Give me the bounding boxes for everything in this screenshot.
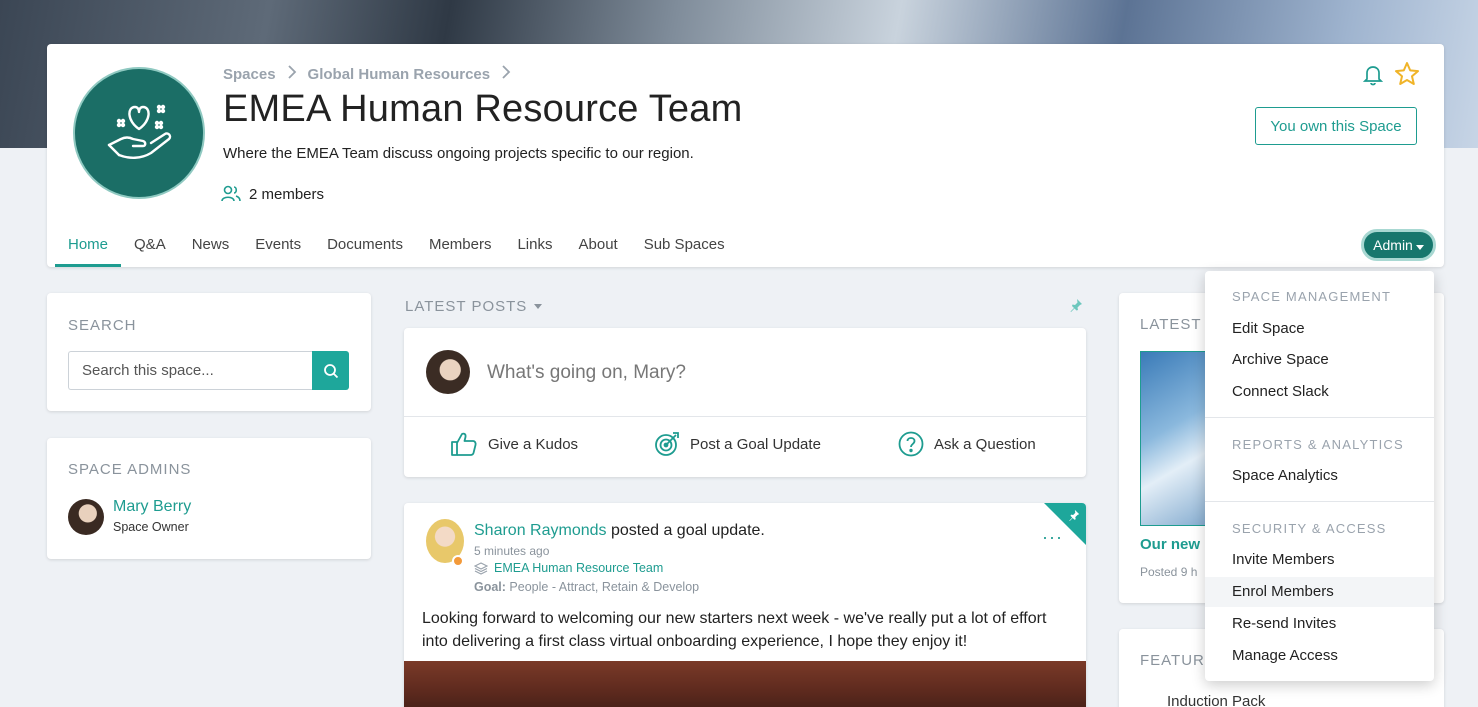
news-item-meta: Posted 9 h	[1140, 565, 1198, 579]
divider	[404, 416, 1086, 417]
tab-home[interactable]: Home	[55, 226, 122, 267]
latest-posts-filter[interactable]: LATEST POSTS	[405, 298, 543, 315]
tab-members[interactable]: Members	[416, 226, 505, 267]
tab-links[interactable]: Links	[504, 226, 565, 267]
members-label: 2 members	[249, 185, 325, 203]
goal-value: People - Attract, Retain & Develop	[505, 580, 700, 594]
menu-item-enrol-members[interactable]: Enrol Members	[1205, 577, 1434, 607]
divider	[1205, 417, 1434, 418]
pin-icon	[1070, 299, 1082, 312]
space-admins-card: SPACE ADMINS Mary Berry Space Owner	[47, 438, 371, 559]
tab-sub-spaces[interactable]: Sub Spaces	[631, 226, 738, 267]
chevron-right-icon	[498, 64, 514, 85]
post-composer: What's going on, Mary? Give a Kudos Post…	[404, 328, 1086, 477]
menu-item-archive-space[interactable]: Archive Space	[1205, 345, 1434, 375]
members-icon	[221, 185, 241, 202]
post-timestamp: 5 minutes ago	[474, 544, 550, 558]
post-header: Sharon Raymonds posted a goal update.	[474, 522, 765, 540]
post-body: Looking forward to welcoming our new sta…	[422, 610, 1047, 650]
featured-item[interactable]: Induction Pack	[1167, 693, 1265, 707]
own-space-button[interactable]: You own this Space	[1255, 107, 1417, 145]
breadcrumb-global-hr[interactable]: Global Human Resources	[308, 66, 491, 83]
avatar	[426, 350, 470, 394]
section-space-management: SPACE MANAGEMENT	[1232, 289, 1392, 304]
admin-dropdown-button[interactable]: Admin	[1361, 229, 1436, 261]
search-icon	[323, 363, 338, 378]
star-icon	[1395, 62, 1419, 85]
space-header: Spaces Global Human Resources EMEA Human…	[47, 44, 1444, 267]
notifications-bell[interactable]	[1362, 64, 1384, 91]
divider	[1205, 501, 1434, 502]
target-icon	[655, 432, 679, 456]
feed-post: Sharon Raymonds posted a goal update. 5 …	[404, 503, 1086, 707]
tab-events[interactable]: Events	[242, 226, 314, 267]
space-tabs: Home Q&A News Events Documents Members L…	[55, 226, 738, 267]
post-image[interactable]	[404, 661, 1086, 707]
section-security-access: SECURITY & ACCESS	[1232, 521, 1387, 536]
news-item-title[interactable]: Our new	[1140, 536, 1200, 553]
ask-question-button[interactable]: Ask a Question	[898, 431, 1036, 457]
featured-title: FEATUR	[1140, 652, 1205, 669]
post-space-name: EMEA Human Resource Team	[494, 561, 664, 575]
admin-role: Space Owner	[113, 520, 189, 534]
search-button[interactable]	[312, 351, 349, 390]
page-title: EMEA Human Resource Team	[223, 88, 743, 130]
menu-item-resend-invites[interactable]: Re-send Invites	[1205, 609, 1434, 639]
bell-icon	[1362, 66, 1384, 86]
caret-down-icon	[1415, 245, 1424, 250]
ask-question-label: Ask a Question	[934, 435, 1036, 453]
goal-update-label: Post a Goal Update	[690, 435, 821, 453]
post-goal: Goal: People - Attract, Retain & Develop	[474, 580, 699, 594]
menu-item-manage-access[interactable]: Manage Access	[1205, 641, 1434, 671]
latest-news-title: LATEST	[1140, 316, 1202, 333]
admin-button-label: Admin	[1373, 237, 1413, 253]
menu-item-space-analytics[interactable]: Space Analytics	[1205, 461, 1434, 491]
pinned-filter[interactable]	[1069, 298, 1083, 317]
thumbs-up-icon	[451, 432, 477, 456]
pin-icon	[1068, 508, 1080, 526]
search-card: SEARCH	[47, 293, 371, 411]
give-kudos-button[interactable]: Give a Kudos	[450, 431, 578, 457]
heart-hand-logo-icon	[107, 104, 172, 159]
goal-update-button[interactable]: Post a Goal Update	[654, 431, 821, 457]
layers-icon	[474, 561, 488, 575]
post-space-link[interactable]: EMEA Human Resource Team	[474, 561, 663, 575]
post-action: posted a goal update.	[606, 522, 765, 539]
give-kudos-label: Give a Kudos	[488, 435, 579, 453]
question-icon	[898, 431, 924, 457]
menu-item-invite-members[interactable]: Invite Members	[1205, 545, 1434, 575]
goal-label: Goal:	[474, 580, 506, 594]
admin-dropdown-menu: SPACE MANAGEMENT Edit Space Archive Spac…	[1205, 271, 1434, 681]
avatar[interactable]	[68, 499, 104, 535]
space-logo	[73, 67, 205, 199]
post-author[interactable]: Sharon Raymonds	[474, 522, 607, 539]
composer-input[interactable]: What's going on, Mary?	[487, 362, 686, 384]
tab-qa[interactable]: Q&A	[121, 226, 179, 267]
members-count[interactable]: 2 members	[221, 185, 324, 203]
tab-documents[interactable]: Documents	[314, 226, 416, 267]
menu-item-connect-slack[interactable]: Connect Slack	[1205, 377, 1434, 407]
tab-about[interactable]: About	[566, 226, 631, 267]
latest-posts-label: LATEST POSTS	[405, 298, 528, 315]
tab-news[interactable]: News	[179, 226, 243, 267]
search-card-title: SEARCH	[68, 317, 137, 334]
caret-down-icon	[534, 304, 543, 309]
chevron-right-icon	[284, 64, 300, 85]
favourite-star[interactable]	[1394, 61, 1420, 92]
menu-item-edit-space[interactable]: Edit Space	[1205, 314, 1434, 344]
space-description: Where the EMEA Team discuss ongoing proj…	[223, 145, 694, 162]
admin-name[interactable]: Mary Berry	[113, 498, 191, 516]
space-admins-title: SPACE ADMINS	[68, 461, 192, 478]
breadcrumb: Spaces Global Human Resources	[223, 64, 514, 85]
section-reports-analytics: REPORTS & ANALYTICS	[1232, 437, 1404, 452]
breadcrumb-spaces[interactable]: Spaces	[223, 66, 276, 83]
search-input[interactable]	[68, 351, 312, 390]
status-badge	[452, 555, 464, 567]
